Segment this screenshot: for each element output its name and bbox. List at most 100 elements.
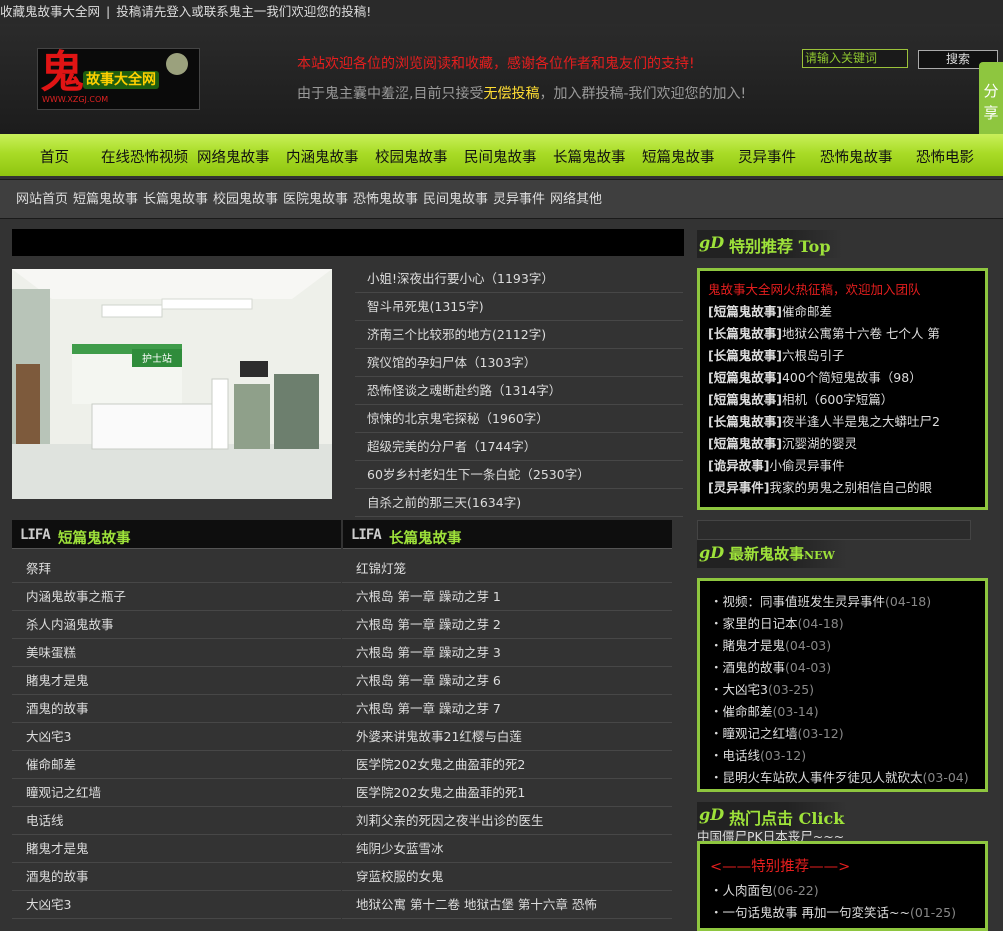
recommend-item[interactable]: [灵异事件]我家的男鬼之别相信自己的眼 (700, 477, 985, 499)
story-item[interactable]: 酒鬼的故事 (12, 695, 341, 723)
latest-title-text[interactable]: 大凶宅3 (723, 682, 768, 697)
story-item[interactable]: 红锦灯笼 (342, 555, 672, 583)
latest-item[interactable]: ・賭鬼才是鬼(04-03) (700, 635, 985, 657)
recommend-title-text[interactable]: 我家的男鬼之别相信自己的眼 (769, 480, 932, 495)
story-item[interactable]: 酒鬼的故事 (12, 863, 341, 891)
recommend-title-text[interactable]: 小偷灵异事件 (769, 458, 844, 473)
recruit-banner[interactable]: 鬼故事大全网火热征稿，欢迎加入团队 (700, 279, 985, 301)
hot-item[interactable]: ・人肉面包(06-22) (700, 880, 985, 902)
latest-title-text[interactable]: 昆明火车站砍人事件歹徒见人就砍太 (723, 770, 923, 785)
subnav-horror-stories[interactable]: 恐怖鬼故事 (353, 180, 418, 219)
latest-item[interactable]: ・大凶宅3(03-25) (700, 679, 985, 701)
subnav-folk-stories[interactable]: 民间鬼故事 (423, 180, 488, 219)
recommend-item[interactable]: [短篇鬼故事]催命邮差 (700, 301, 985, 323)
latest-title-text[interactable]: 酒鬼的故事 (723, 660, 786, 675)
subnav-long-stories[interactable]: 长篇鬼故事 (143, 180, 208, 219)
subnav-other[interactable]: 网络其他 (550, 180, 602, 219)
recommend-item[interactable]: [短篇鬼故事]400个简短鬼故事（98） (700, 367, 985, 389)
featured-item[interactable]: 惊悚的北京鬼宅探秘（1960字） (355, 405, 683, 433)
featured-item[interactable]: 自杀之前的那三天(1634字) (355, 489, 683, 517)
recommend-item[interactable]: [诡异故事]小偷灵异事件 (700, 455, 985, 477)
featured-item[interactable]: 济南三个比较邪的地方(2112字) (355, 321, 683, 349)
recommend-item[interactable]: [长篇鬼故事]六根岛引子 (700, 345, 985, 367)
story-item[interactable]: 六根岛 第一章 躁动之芽 2 (342, 611, 672, 639)
nav-supernatural-events[interactable]: 灵异事件 (738, 134, 796, 176)
nav-long-stories[interactable]: 长篇鬼故事 (553, 134, 626, 176)
latest-title-text[interactable]: 賭鬼才是鬼 (723, 638, 786, 653)
latest-item[interactable]: ・催命邮差(03-14) (700, 701, 985, 723)
story-item[interactable]: 六根岛 第一章 躁动之芽 3 (342, 639, 672, 667)
recommend-title-text[interactable]: 相机（600字短篇） (782, 392, 893, 407)
free-submission-link[interactable]: 无偿投稿 (483, 86, 539, 102)
story-item[interactable]: 祭拜 (12, 555, 341, 583)
search-input[interactable]: 请输入关键词 (802, 49, 908, 68)
recommend-title-text[interactable]: 沉婴湖的婴灵 (782, 436, 857, 451)
featured-image[interactable]: 护士站 (12, 269, 332, 499)
recommend-item[interactable]: [短篇鬼故事]沉婴湖的婴灵 (700, 433, 985, 455)
subnav-short-stories[interactable]: 短篇鬼故事 (73, 180, 138, 219)
nav-horror-videos[interactable]: 在线恐怖视频 (101, 134, 188, 176)
latest-item[interactable]: ・酒鬼的故事(04-03) (700, 657, 985, 679)
nav-home[interactable]: 首页 (40, 134, 69, 176)
nav-folk-stories[interactable]: 民间鬼故事 (464, 134, 537, 176)
short-stories-title[interactable]: 短篇鬼故事 (58, 527, 131, 548)
story-item[interactable]: 内涵鬼故事之瓶子 (12, 583, 341, 611)
recommend-title-text[interactable]: 催命邮差 (782, 304, 832, 319)
story-item[interactable]: 六根岛 第一章 躁动之芽 1 (342, 583, 672, 611)
story-item[interactable]: 纯阴少女蓝雪冰 (342, 835, 672, 863)
recommend-category[interactable]: [短篇鬼故事] (708, 370, 782, 385)
story-item[interactable]: 美味蛋糕 (12, 639, 341, 667)
subnav-supernatural-events[interactable]: 灵异事件 (493, 180, 545, 219)
story-item[interactable]: 刘莉父亲的死因之夜半出诊的医生 (342, 807, 672, 835)
latest-title-text[interactable]: 电话线 (723, 748, 761, 763)
nav-campus-stories[interactable]: 校园鬼故事 (375, 134, 448, 176)
story-item[interactable]: 賭鬼才是鬼 (12, 835, 341, 863)
recommend-item[interactable]: [长篇鬼故事]夜半逢人半是鬼之大蟒吐尸2 (700, 411, 985, 433)
story-item[interactable]: 医学院202女鬼之曲盈菲的死1 (342, 779, 672, 807)
story-item[interactable]: 外婆来讲鬼故事21红樱与白莲 (342, 723, 672, 751)
story-item[interactable]: 催命邮差 (12, 751, 341, 779)
recommend-item[interactable]: [短篇鬼故事]相机（600字短篇） (700, 389, 985, 411)
recommend-category[interactable]: [短篇鬼故事] (708, 304, 782, 319)
hot-item[interactable]: ・一句话鬼故事 再加一句変笑话~~(01-25) (700, 902, 985, 924)
recommend-category[interactable]: [灵异事件] (708, 480, 769, 495)
recommend-title-text[interactable]: 夜半逢人半是鬼之大蟒吐尸2 (782, 414, 940, 429)
recommend-category[interactable]: [长篇鬼故事] (708, 348, 782, 363)
story-item[interactable]: 大凶宅3 (12, 891, 341, 919)
recommend-category[interactable]: [长篇鬼故事] (708, 414, 782, 429)
story-item[interactable]: 六根岛 第一章 躁动之芽 7 (342, 695, 672, 723)
recommend-title-text[interactable]: 400个简短鬼故事（98） (782, 370, 922, 385)
recommend-title-text[interactable]: 地狱公寓第十六卷 七个人 第 (782, 326, 940, 341)
story-item[interactable]: 六根岛 第一章 躁动之芽 6 (342, 667, 672, 695)
recommend-title-text[interactable]: 六根岛引子 (782, 348, 845, 363)
latest-item[interactable]: ・电话线(03-12) (700, 745, 985, 767)
subnav-campus-stories[interactable]: 校园鬼故事 (213, 180, 278, 219)
latest-title-text[interactable]: 催命邮差 (723, 704, 773, 719)
hot-title-text[interactable]: 人肉面包 (723, 883, 773, 898)
bookmark-link[interactable]: 收藏鬼故事大全网 (0, 4, 100, 19)
story-item[interactable]: 大凶宅3 (12, 723, 341, 751)
featured-item[interactable]: 小姐!深夜出行要小心（1193字） (355, 265, 683, 293)
story-item[interactable]: 瞳观记之红墙 (12, 779, 341, 807)
subnav-hospital-stories[interactable]: 医院鬼故事 (283, 180, 348, 219)
recommend-category[interactable]: [短篇鬼故事] (708, 392, 782, 407)
latest-item[interactable]: ・视频：同事值班发生灵异事件(04-18) (700, 591, 985, 613)
featured-item[interactable]: 智斗吊死鬼(1315字) (355, 293, 683, 321)
story-item[interactable]: 杀人内涵鬼故事 (12, 611, 341, 639)
story-item[interactable]: 賭鬼才是鬼 (12, 667, 341, 695)
story-item[interactable]: 电话线 (12, 807, 341, 835)
nav-short-stories[interactable]: 短篇鬼故事 (642, 134, 715, 176)
featured-item[interactable]: 超级完美的分尸者（1744字） (355, 433, 683, 461)
recommend-item[interactable]: [长篇鬼故事]地狱公寓第十六卷 七个人 第 (700, 323, 985, 345)
nav-horror-stories[interactable]: 恐怖鬼故事 (820, 134, 893, 176)
featured-item[interactable]: 恐怖怪谈之魂断赴约路（1314字） (355, 377, 683, 405)
featured-item[interactable]: 60岁乡村老妇生下一条白蛇（2530字） (355, 461, 683, 489)
nav-neihan-stories[interactable]: 内涵鬼故事 (286, 134, 359, 176)
latest-item[interactable]: ・瞳观记之红墙(03-12) (700, 723, 985, 745)
site-logo[interactable]: 鬼 故事大全网 WWW.XZGJ.COM (37, 48, 200, 110)
nav-horror-movies[interactable]: 恐怖电影 (916, 134, 974, 176)
latest-title-text[interactable]: 家里的日记本 (723, 616, 798, 631)
latest-title-text[interactable]: 视频：同事值班发生灵异事件 (723, 594, 886, 609)
hot-title-text[interactable]: 一句话鬼故事 再加一句変笑话~~ (723, 905, 910, 920)
featured-item[interactable]: 殡仪馆的孕妇尸体（1303字） (355, 349, 683, 377)
